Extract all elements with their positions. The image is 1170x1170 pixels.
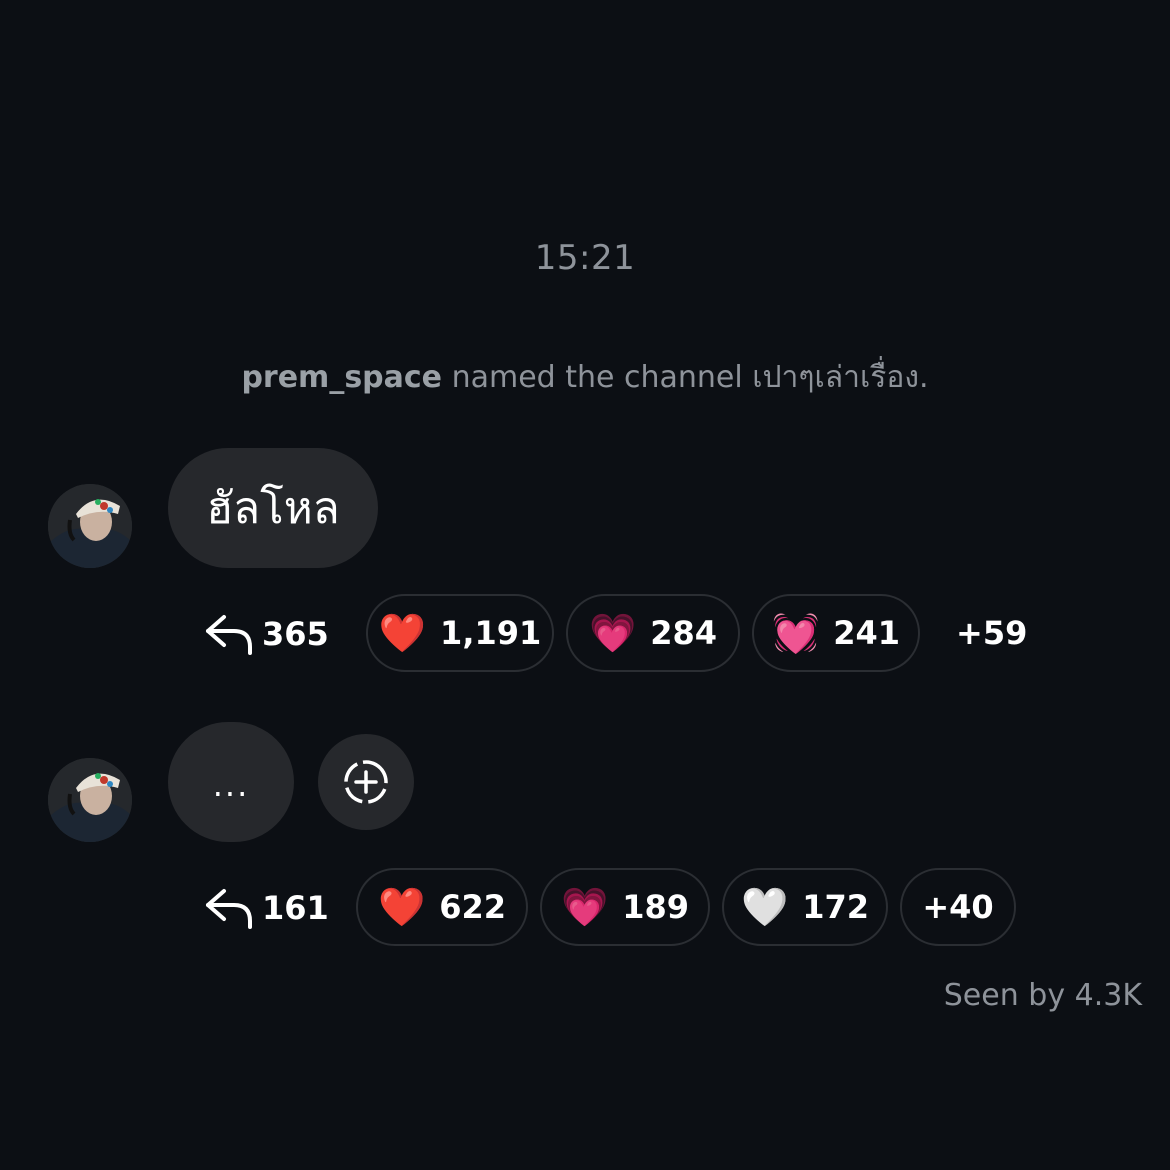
system-message-username[interactable]: prem_space	[241, 360, 442, 395]
reply-count-label: 161	[262, 889, 329, 927]
add-reaction-button[interactable]	[318, 734, 414, 830]
more-reactions-button[interactable]: +40	[900, 868, 1016, 946]
reaction-count: 241	[833, 614, 901, 652]
reply-arrow-icon	[206, 615, 252, 655]
reaction-count: 1,191	[440, 614, 542, 652]
reaction-count: 284	[650, 614, 718, 652]
red-heart-icon: ❤️	[377, 885, 426, 929]
reaction-count: 172	[802, 888, 870, 926]
add-reaction-icon	[344, 760, 388, 804]
growing-heart-icon: 💗	[560, 885, 609, 929]
reaction-pill[interactable]: 💓 241	[752, 594, 920, 672]
white-heart-icon: 🤍	[740, 885, 789, 929]
reply-count[interactable]: 161	[204, 868, 329, 948]
reply-count[interactable]: 365	[204, 594, 329, 674]
reaction-count: 622	[439, 888, 507, 926]
reaction-pill[interactable]: 💗 189	[540, 868, 710, 946]
system-message-text: named the channel เปาๆเล่าเรื่อง.	[442, 360, 929, 395]
reply-arrow-icon	[206, 889, 252, 929]
reaction-pill[interactable]: 🤍 172	[722, 868, 888, 946]
reaction-count: 189	[622, 888, 690, 926]
avatar[interactable]	[48, 758, 132, 842]
system-message: prem_space named the channel เปาๆเล่าเรื…	[0, 354, 1170, 401]
reaction-pill[interactable]: ❤️ 1,191	[366, 594, 554, 672]
message-bubble[interactable]: ...	[168, 722, 294, 842]
timestamp: 15:21	[534, 238, 636, 278]
red-heart-icon: ❤️	[378, 611, 427, 655]
avatar-image	[48, 484, 132, 568]
avatar[interactable]	[48, 484, 132, 568]
growing-heart-icon: 💗	[588, 611, 637, 655]
message-bubble[interactable]: ฮัลโหล	[168, 448, 378, 568]
reply-count-label: 365	[262, 615, 329, 653]
avatar-image	[48, 758, 132, 842]
more-reactions-button[interactable]: +59	[956, 594, 1027, 672]
reaction-pill[interactable]: ❤️ 622	[356, 868, 528, 946]
beating-heart-icon: 💓	[771, 611, 820, 655]
reaction-pill[interactable]: 💗 284	[566, 594, 740, 672]
seen-by-label[interactable]: Seen by 4.3K	[944, 978, 1142, 1013]
